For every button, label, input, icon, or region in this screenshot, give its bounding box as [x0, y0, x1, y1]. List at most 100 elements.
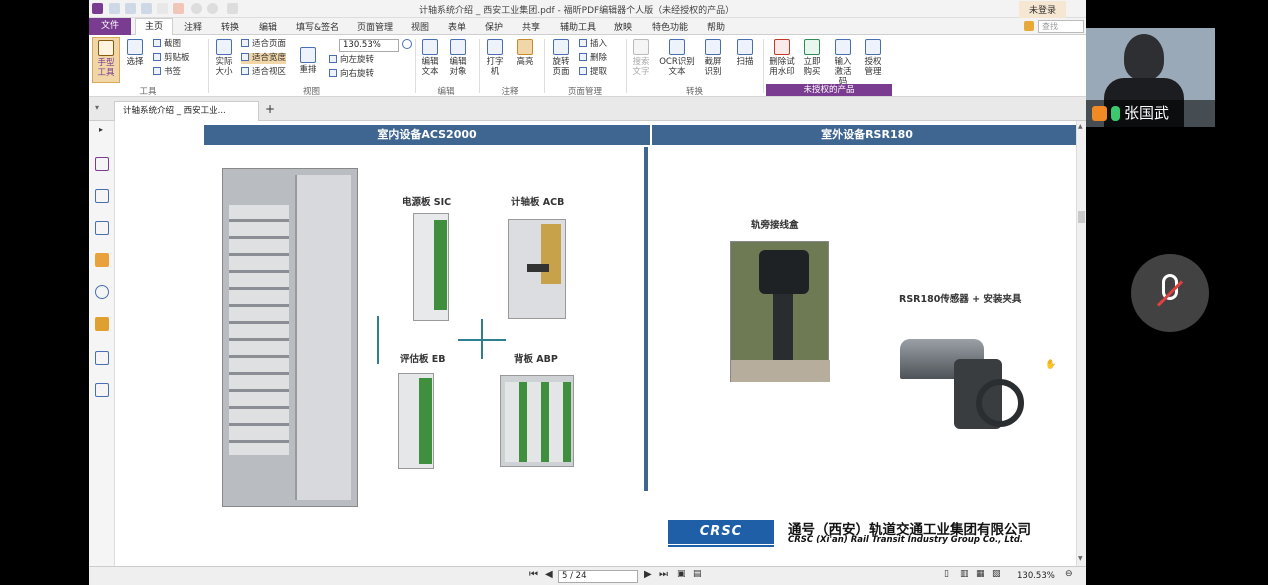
scroll-down-icon[interactable]: ▼ [1078, 555, 1083, 562]
ocr-button[interactable]: OCR识别文本 [657, 39, 697, 77]
clipboard-button[interactable]: 剪贴板 [153, 53, 190, 64]
page-view-icon[interactable]: ▣ [677, 569, 686, 579]
zoom-out-icon[interactable]: ⊖ [1065, 569, 1073, 579]
layers-icon[interactable] [95, 221, 109, 235]
two-page-icon[interactable]: ▥ [960, 569, 969, 579]
watermark-icon [774, 39, 790, 55]
tab-protect[interactable]: 保护 [485, 20, 503, 33]
highlight-button[interactable]: 高亮 [513, 39, 537, 67]
tab-form[interactable]: 表单 [448, 20, 466, 33]
tab-comment[interactable]: 注释 [184, 20, 202, 33]
pages-icon[interactable] [95, 189, 109, 203]
actual-size-button[interactable]: 实际大小 [212, 39, 236, 77]
signature-icon[interactable] [95, 383, 109, 397]
zoom-in-icon[interactable] [402, 39, 412, 49]
fit-visible-button[interactable]: 适合视区 [241, 67, 286, 78]
new-tab-button[interactable]: + [265, 102, 275, 116]
delete-button[interactable]: 删除 [579, 53, 607, 64]
expand-panel-icon[interactable]: ▸ [99, 125, 103, 134]
zoom-select[interactable]: 130.53% [339, 39, 399, 52]
hand-quick-icon[interactable] [227, 3, 238, 14]
single-page-icon[interactable]: ▯ [944, 569, 949, 579]
mute-microphone-button[interactable] [1131, 254, 1209, 332]
tab-page-manage[interactable]: 页面管理 [357, 20, 393, 33]
redo-icon[interactable] [207, 3, 218, 14]
attachment-icon[interactable] [95, 285, 109, 299]
indoor-equipment-title: 室内设备ACS2000 [204, 125, 650, 145]
facing-icon[interactable]: ▦ [976, 569, 985, 579]
cart-icon [804, 39, 820, 55]
page-number-input[interactable]: 5 / 24 [558, 570, 638, 583]
new-icon[interactable] [157, 3, 168, 14]
skin-icon[interactable] [1024, 21, 1034, 31]
typewriter-button[interactable]: 打字机 [484, 39, 506, 77]
form-fields-icon[interactable] [95, 351, 109, 365]
connector-line [377, 316, 379, 364]
print-icon[interactable] [141, 3, 152, 14]
sensor-photo [890, 329, 1036, 447]
undo-icon[interactable] [191, 3, 202, 14]
app-logo-icon [92, 3, 103, 14]
security-lock-icon[interactable] [95, 317, 109, 331]
vertical-scrollbar[interactable]: ▲ ▼ [1076, 121, 1086, 566]
screen-ocr-button[interactable]: 截屏识别 [701, 39, 725, 77]
hand-tool-button[interactable]: 手型工具 [92, 37, 120, 83]
tab-accessibility[interactable]: 辅助工具 [560, 20, 596, 33]
buy-now-button[interactable]: 立即购买 [801, 39, 823, 77]
trackside-box-photo [730, 241, 830, 382]
tab-fill-sign[interactable]: 填写&签名 [296, 20, 339, 33]
extract-button[interactable]: 提取 [579, 67, 607, 78]
tab-menu-icon[interactable]: ▾ [95, 103, 99, 112]
last-page-icon[interactable]: ⏭ [659, 569, 668, 580]
tab-help[interactable]: 帮助 [707, 20, 725, 33]
search-text-icon [633, 39, 649, 55]
tab-features[interactable]: 特色功能 [652, 20, 688, 33]
status-bar: ⏮ ◀ 5 / 24 ▶ ⏭ ▣ ▤ ▯ ▥ ▦ ▧ 130.53% ⊖ [89, 566, 1086, 585]
pdf-icon[interactable] [173, 3, 184, 14]
tab-slideshow[interactable]: 放映 [614, 20, 632, 33]
login-button[interactable]: 未登录 [1018, 1, 1066, 18]
scan-icon [737, 39, 753, 55]
scan-button[interactable]: 扫描 [734, 39, 756, 67]
tab-file[interactable]: 文件 [89, 18, 131, 35]
tab-home[interactable]: 主页 [135, 18, 173, 36]
license-management-button[interactable]: 授权管理 [862, 39, 884, 77]
page-thumbnail-icon[interactable] [95, 157, 109, 171]
tab-view[interactable]: 视图 [411, 20, 429, 33]
scrollbar-thumb[interactable] [1078, 211, 1085, 223]
next-page-icon[interactable]: ▶ [644, 569, 652, 580]
rotate-right-button[interactable]: 向右旋转 [329, 69, 374, 80]
tab-convert[interactable]: 转换 [221, 20, 239, 33]
scroll-up-icon[interactable]: ▲ [1078, 123, 1083, 130]
prev-page-icon[interactable]: ◀ [545, 569, 553, 580]
edit-text-button[interactable]: 编辑文本 [419, 39, 441, 77]
search-input[interactable]: 查找 [1038, 20, 1084, 33]
select-button[interactable]: 选择 [124, 39, 146, 67]
fit-width-button[interactable]: 适合宽度 [241, 53, 287, 64]
rotate-page-icon [553, 39, 569, 55]
open-icon[interactable] [109, 3, 120, 14]
bookmark-button[interactable]: 书签 [153, 67, 181, 78]
rotate-page-button[interactable]: 旋转页面 [549, 39, 573, 77]
rotate-left-button[interactable]: 向左旋转 [329, 55, 374, 66]
edit-object-button[interactable]: 编辑对象 [447, 39, 469, 77]
screenshot-button[interactable]: 截图 [153, 39, 181, 50]
speaker-name: 张国武 [1124, 104, 1170, 122]
actual-size-icon [216, 39, 232, 55]
comments-icon[interactable] [95, 253, 109, 267]
document-tab[interactable]: 计轴系统介绍 _ 西安工业... [114, 101, 259, 121]
remove-watermark-button[interactable]: 删除试用水印 [769, 39, 795, 77]
menu-bar: 文件 主页 注释 转换 编辑 填写&签名 页面管理 视图 表单 保护 共享 辅助… [89, 18, 1086, 36]
fullscreen-icon[interactable]: ▧ [992, 569, 1001, 579]
save-icon[interactable] [125, 3, 136, 14]
search-text-button[interactable]: 搜索文字 [630, 39, 652, 77]
avatar-icon [1092, 106, 1107, 121]
fit-page-button[interactable]: 适合页面 [241, 39, 286, 50]
reflow-button[interactable]: 重排 [297, 47, 319, 75]
continuous-view-icon[interactable]: ▤ [693, 569, 702, 579]
first-page-icon[interactable]: ⏮ [529, 569, 538, 580]
insert-button[interactable]: 插入 [579, 39, 607, 50]
tab-edit[interactable]: 编辑 [259, 20, 277, 33]
activation-code-button[interactable]: 输入激活码 [831, 39, 855, 87]
tab-share[interactable]: 共享 [522, 20, 540, 33]
